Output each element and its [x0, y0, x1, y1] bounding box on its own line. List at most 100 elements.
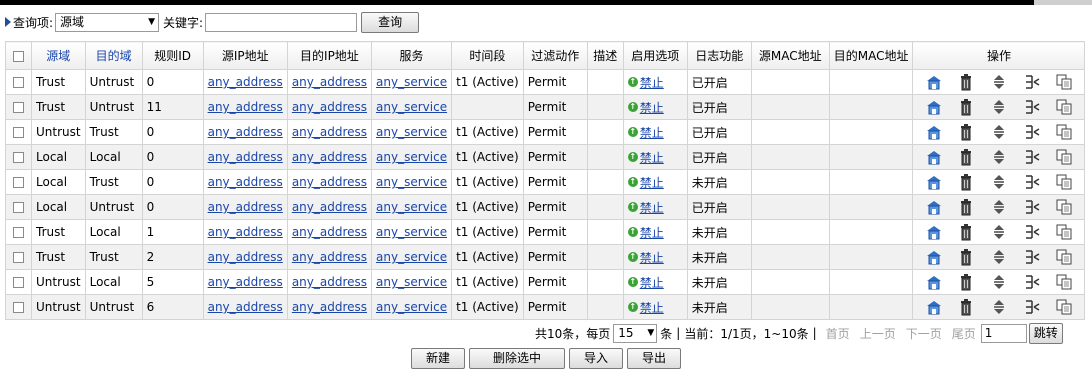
- header-src-zone[interactable]: 源域: [31, 41, 86, 70]
- toggle-enable-link[interactable]: ↑ 禁止: [627, 99, 664, 116]
- first-page-link[interactable]: 首页: [826, 325, 850, 342]
- dst-ip-link[interactable]: any_address: [292, 225, 367, 239]
- service-link[interactable]: any_service: [376, 300, 447, 314]
- insert-icon[interactable]: [1023, 273, 1041, 291]
- row-checkbox[interactable]: [5, 94, 32, 120]
- copy-icon[interactable]: [1055, 98, 1073, 116]
- toggle-enable-link[interactable]: ↑ 禁止: [627, 299, 664, 316]
- goto-page-input[interactable]: 1: [980, 323, 1027, 343]
- edit-icon[interactable]: [925, 298, 943, 316]
- search-button[interactable]: 查询: [361, 11, 420, 33]
- service-link[interactable]: any_service: [376, 125, 447, 139]
- src-ip-link[interactable]: any_address: [208, 225, 283, 239]
- next-page-link[interactable]: 下一页: [906, 325, 942, 342]
- dst-ip-link[interactable]: any_address: [292, 250, 367, 264]
- new-button[interactable]: 新建: [411, 348, 465, 369]
- select-all-checkbox[interactable]: [5, 41, 32, 70]
- disable-link[interactable]: 禁止: [640, 249, 664, 266]
- delete-icon[interactable]: [957, 298, 975, 316]
- delete-icon[interactable]: [957, 223, 975, 241]
- row-checkbox[interactable]: [5, 169, 32, 195]
- src-ip-link[interactable]: any_address: [208, 250, 283, 264]
- copy-icon[interactable]: [1055, 298, 1073, 316]
- delete-icon[interactable]: [957, 148, 975, 166]
- service-link[interactable]: any_service: [376, 225, 447, 239]
- move-icon[interactable]: [990, 73, 1008, 91]
- src-ip-link[interactable]: any_address: [208, 100, 283, 114]
- dst-ip-link[interactable]: any_address: [292, 200, 367, 214]
- insert-icon[interactable]: [1023, 123, 1041, 141]
- dst-ip-link[interactable]: any_address: [292, 100, 367, 114]
- page-size-select[interactable]: 15 ▼: [613, 323, 658, 343]
- delete-icon[interactable]: [957, 73, 975, 91]
- query-field-select[interactable]: 源域 ▼: [55, 12, 160, 32]
- dst-ip-link[interactable]: any_address: [292, 75, 367, 89]
- src-ip-link[interactable]: any_address: [208, 125, 283, 139]
- export-button[interactable]: 导出: [627, 348, 681, 369]
- copy-icon[interactable]: [1055, 73, 1073, 91]
- move-icon[interactable]: [990, 148, 1008, 166]
- insert-icon[interactable]: [1023, 198, 1041, 216]
- edit-icon[interactable]: [925, 223, 943, 241]
- copy-icon[interactable]: [1055, 173, 1073, 191]
- row-checkbox[interactable]: [5, 119, 32, 145]
- disable-link[interactable]: 禁止: [640, 199, 664, 216]
- move-icon[interactable]: [990, 298, 1008, 316]
- service-link[interactable]: any_service: [376, 250, 447, 264]
- move-icon[interactable]: [990, 273, 1008, 291]
- disable-link[interactable]: 禁止: [640, 149, 664, 166]
- edit-icon[interactable]: [925, 98, 943, 116]
- edit-icon[interactable]: [925, 123, 943, 141]
- insert-icon[interactable]: [1023, 223, 1041, 241]
- copy-icon[interactable]: [1055, 148, 1073, 166]
- src-ip-link[interactable]: any_address: [208, 275, 283, 289]
- insert-icon[interactable]: [1023, 148, 1041, 166]
- dst-ip-link[interactable]: any_address: [292, 150, 367, 164]
- insert-icon[interactable]: [1023, 298, 1041, 316]
- delete-icon[interactable]: [957, 123, 975, 141]
- row-checkbox[interactable]: [5, 219, 32, 245]
- dst-ip-link[interactable]: any_address: [292, 275, 367, 289]
- src-ip-link[interactable]: any_address: [208, 75, 283, 89]
- toggle-enable-link[interactable]: ↑ 禁止: [627, 274, 664, 291]
- row-checkbox[interactable]: [5, 244, 32, 270]
- service-link[interactable]: any_service: [376, 150, 447, 164]
- edit-icon[interactable]: [925, 148, 943, 166]
- dst-ip-link[interactable]: any_address: [292, 300, 367, 314]
- move-icon[interactable]: [990, 248, 1008, 266]
- src-ip-link[interactable]: any_address: [208, 150, 283, 164]
- row-checkbox[interactable]: [5, 194, 32, 220]
- edit-icon[interactable]: [925, 73, 943, 91]
- service-link[interactable]: any_service: [376, 100, 447, 114]
- row-checkbox[interactable]: [5, 269, 32, 295]
- move-icon[interactable]: [990, 123, 1008, 141]
- disable-link[interactable]: 禁止: [640, 124, 664, 141]
- copy-icon[interactable]: [1055, 223, 1073, 241]
- service-link[interactable]: any_service: [376, 200, 447, 214]
- disable-link[interactable]: 禁止: [640, 224, 664, 241]
- toggle-enable-link[interactable]: ↑ 禁止: [627, 124, 664, 141]
- toggle-enable-link[interactable]: ↑ 禁止: [627, 249, 664, 266]
- header-dst-zone[interactable]: 目的域: [84, 41, 143, 70]
- insert-icon[interactable]: [1023, 173, 1041, 191]
- insert-icon[interactable]: [1023, 248, 1041, 266]
- row-checkbox[interactable]: [5, 69, 32, 95]
- toggle-enable-link[interactable]: ↑ 禁止: [627, 199, 664, 216]
- insert-icon[interactable]: [1023, 73, 1041, 91]
- move-icon[interactable]: [990, 98, 1008, 116]
- disable-link[interactable]: 禁止: [640, 74, 664, 91]
- keyword-input[interactable]: [205, 12, 358, 32]
- edit-icon[interactable]: [925, 198, 943, 216]
- delete-icon[interactable]: [957, 98, 975, 116]
- edit-icon[interactable]: [925, 273, 943, 291]
- delete-icon[interactable]: [957, 248, 975, 266]
- import-button[interactable]: 导入: [569, 348, 623, 369]
- copy-icon[interactable]: [1055, 198, 1073, 216]
- copy-icon[interactable]: [1055, 123, 1073, 141]
- disable-link[interactable]: 禁止: [640, 274, 664, 291]
- row-checkbox[interactable]: [5, 294, 32, 320]
- goto-button[interactable]: 跳转: [1028, 322, 1063, 344]
- prev-page-link[interactable]: 上一页: [860, 325, 896, 342]
- edit-icon[interactable]: [925, 248, 943, 266]
- last-page-link[interactable]: 尾页: [952, 325, 976, 342]
